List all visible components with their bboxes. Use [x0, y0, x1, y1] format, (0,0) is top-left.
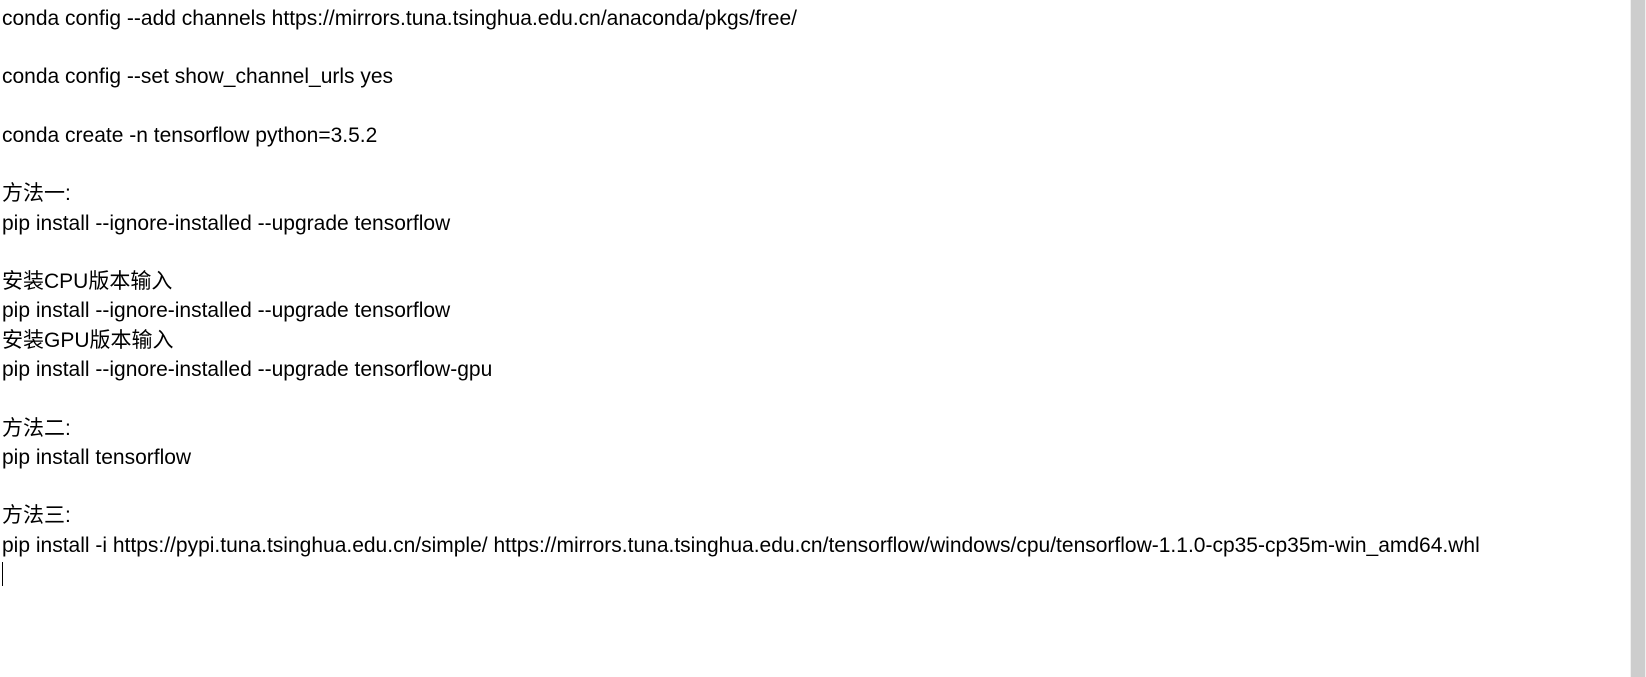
text-line: conda config --set show_channel_urls yes — [2, 62, 1542, 91]
blank-line — [2, 472, 1542, 501]
text-line: 方法三: — [2, 501, 1542, 530]
vertical-scrollbar-track[interactable] — [1630, 0, 1646, 677]
text-line: pip install --ignore-installed --upgrade… — [2, 296, 1542, 325]
text-line: 安装GPU版本输入 — [2, 326, 1542, 355]
blank-line — [2, 238, 1542, 267]
cursor-line — [2, 560, 1542, 589]
blank-line — [2, 385, 1542, 414]
text-line: conda config --add channels https://mirr… — [2, 4, 1542, 33]
text-line: pip install --ignore-installed --upgrade… — [2, 209, 1542, 238]
text-line: pip install --ignore-installed --upgrade… — [2, 355, 1542, 384]
blank-line — [2, 150, 1542, 179]
text-line: conda create -n tensorflow python=3.5.2 — [2, 121, 1542, 150]
text-cursor — [2, 562, 3, 586]
blank-line — [2, 33, 1542, 62]
text-line: 安装CPU版本输入 — [2, 267, 1542, 296]
vertical-scrollbar-thumb[interactable] — [1631, 0, 1645, 677]
text-line: pip install tensorflow — [2, 443, 1542, 472]
text-line: 方法二: — [2, 414, 1542, 443]
text-line: 方法一: — [2, 179, 1542, 208]
document-text-area[interactable]: conda config --add channels https://mirr… — [2, 4, 1542, 589]
blank-line — [2, 92, 1542, 121]
text-line: pip install -i https://pypi.tuna.tsinghu… — [2, 531, 1542, 560]
